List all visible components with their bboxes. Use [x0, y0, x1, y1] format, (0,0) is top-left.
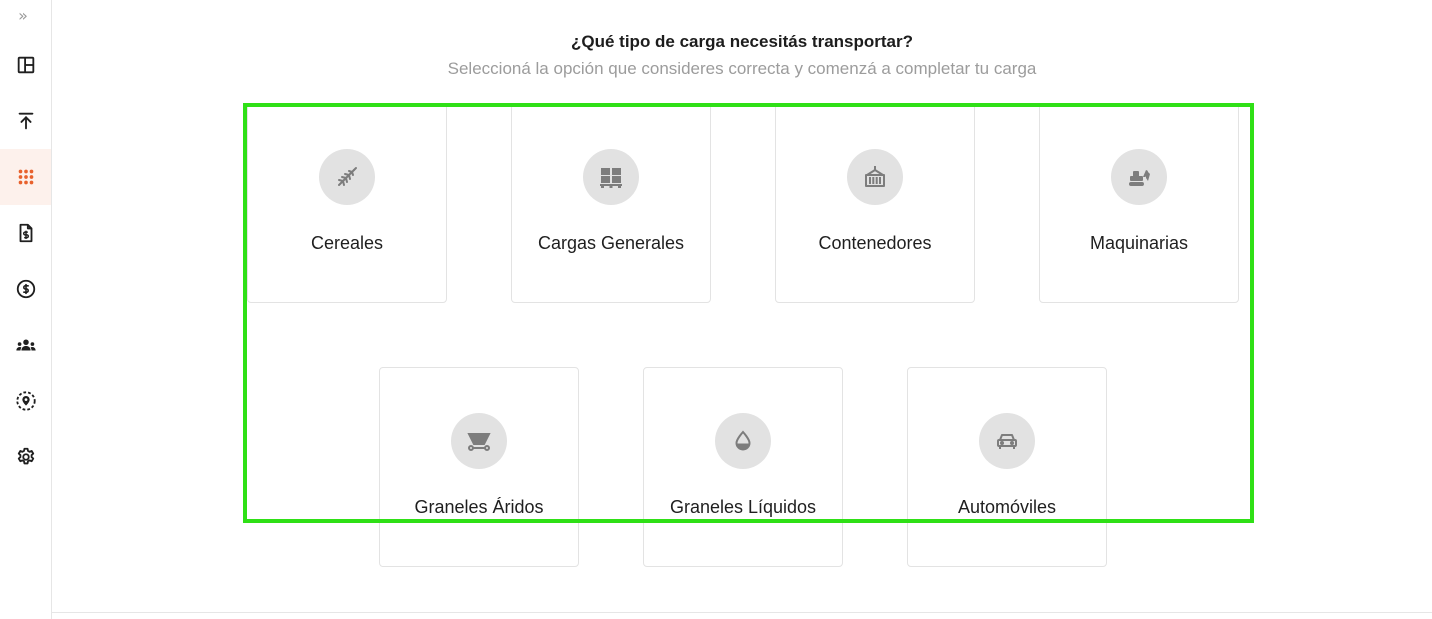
gear-icon [17, 447, 34, 465]
card-icon-circle [583, 149, 639, 205]
expand-sidebar-icon[interactable]: » [0, 4, 46, 28]
container-icon [865, 166, 885, 187]
upload-icon [18, 112, 33, 130]
card-label: Graneles Áridos [414, 497, 544, 517]
card-cargas-generales[interactable]: Cargas Generales [511, 103, 711, 303]
wheat-icon [338, 167, 357, 186]
sidebar-item-users[interactable] [0, 317, 51, 373]
card-label: Graneles Líquidos [669, 497, 817, 517]
card-automoviles[interactable]: Automóviles [907, 367, 1107, 567]
drop-icon [735, 430, 751, 451]
card-icon-circle [1111, 149, 1167, 205]
page-subtitle: Seleccioná la opción que consideres corr… [447, 59, 1037, 78]
sidebar-item-payments[interactable] [0, 261, 51, 317]
machinery-icon [1129, 170, 1150, 186]
document-dollar-icon [19, 223, 32, 243]
card-icon-circle [319, 149, 375, 205]
card-maquinarias[interactable]: Maquinarias [1039, 103, 1239, 303]
sidebar: » [0, 0, 52, 619]
sidebar-item-settings[interactable] [0, 429, 51, 485]
layout-icon [17, 56, 34, 74]
sidebar-item-locations[interactable] [0, 373, 51, 429]
bottom-divider [52, 612, 1432, 613]
card-icon-circle [847, 149, 903, 205]
main-content: ¿Qué tipo de carga necesitás transportar… [52, 0, 1432, 619]
app-root: » ¿Qué tipo de carga necesitás transport… [0, 0, 1432, 619]
pallet-boxes-icon [600, 168, 622, 188]
card-label: Cargas Generales [537, 233, 685, 253]
card-label: Cereales [310, 233, 384, 253]
card-icon-circle [715, 413, 771, 469]
card-cereales[interactable]: Cereales [247, 103, 447, 303]
car-icon [997, 434, 1017, 449]
users-icon [15, 339, 36, 351]
sidebar-item-grid[interactable] [0, 149, 51, 205]
location-pin-icon [15, 391, 36, 411]
card-label: Maquinarias [1089, 233, 1189, 253]
card-icon-circle [979, 413, 1035, 469]
grid-dots-icon [18, 169, 33, 185]
dollar-circle-icon [16, 279, 35, 299]
card-graneles-aridos[interactable]: Graneles Áridos [379, 367, 579, 567]
page-title: ¿Qué tipo de carga necesitás transportar… [571, 32, 913, 51]
hopper-wagon-icon [467, 433, 491, 451]
card-icon-circle [451, 413, 507, 469]
sidebar-item-upload[interactable] [0, 93, 51, 149]
sidebar-item-dashboard[interactable] [0, 37, 51, 93]
card-label: Contenedores [818, 233, 932, 253]
card-label: Automóviles [957, 497, 1057, 517]
card-graneles-liquidos[interactable]: Graneles Líquidos [643, 367, 843, 567]
card-contenedores[interactable]: Contenedores [775, 103, 975, 303]
sidebar-item-invoice[interactable] [0, 205, 51, 261]
